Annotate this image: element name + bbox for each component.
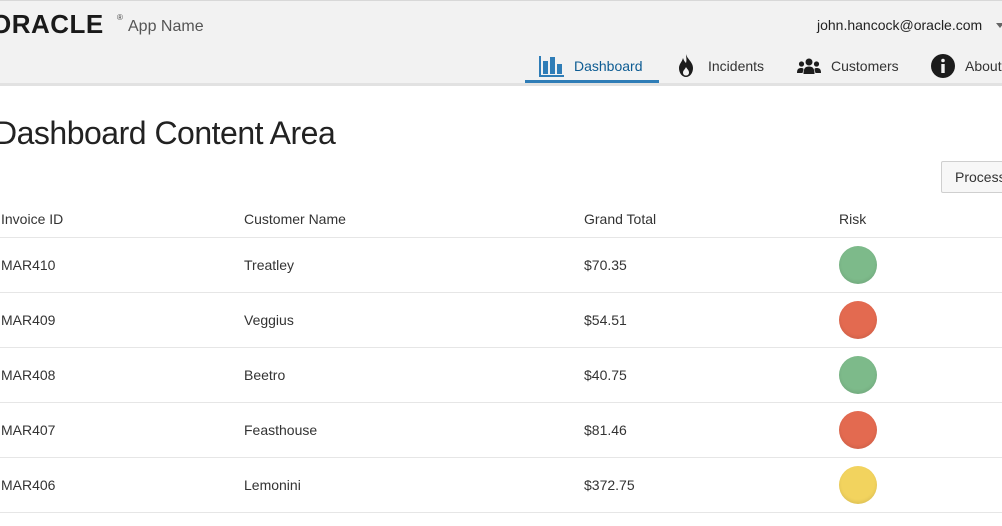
oracle-logo[interactable]: ORACLE (0, 9, 104, 39)
customer-name-cell: Treatley (244, 257, 295, 273)
logo-registered-mark: ® (117, 13, 123, 22)
bar-chart-icon (539, 55, 564, 77)
nav-tab-dashboard[interactable]: Dashboard (539, 48, 643, 83)
risk-indicator (839, 301, 877, 339)
invoice-id-cell: MAR407 (1, 422, 56, 438)
customer-name-cell: Lemonini (244, 477, 301, 493)
nav-tab-about[interactable]: About (931, 48, 1002, 83)
risk-cell (839, 458, 877, 512)
invoice-id-cell: MAR410 (1, 257, 56, 273)
column-header-invoice-id[interactable]: Invoice ID (1, 200, 63, 237)
page-title: Dashboard Content Area (0, 115, 336, 151)
nav-tab-label: Incidents (708, 57, 765, 74)
app-header: ORACLE ® App Name john.hancock@oracle.co… (0, 0, 1002, 86)
header-border (0, 0, 1002, 1)
risk-indicator (839, 356, 877, 394)
grand-total-cell: $81.46 (584, 422, 627, 438)
logo-text: ORACLE (0, 9, 104, 39)
invoice-table: Invoice ID Customer Name Grand Total Ris… (0, 200, 1002, 513)
table-row[interactable]: MAR410 Treatley $70.35 (0, 238, 1002, 293)
nav-tab-label: Dashboard (574, 57, 643, 74)
column-header-risk[interactable]: Risk (839, 200, 866, 237)
grand-total-cell: $54.51 (584, 312, 627, 328)
customer-name-cell: Veggius (244, 312, 294, 328)
customer-name-cell: Feasthouse (244, 422, 318, 438)
nav-tab-incidents[interactable]: Incidents (677, 48, 764, 83)
column-header-grand-total[interactable]: Grand Total (584, 200, 656, 237)
invoice-id-cell: MAR406 (1, 477, 56, 493)
nav-tab-customers[interactable]: Customers (797, 48, 899, 83)
user-menu[interactable]: john.hancock@oracle.com (817, 15, 982, 35)
nav-tab-label: About (965, 57, 1002, 74)
flame-icon (677, 54, 695, 77)
customer-name-cell: Beetro (244, 367, 286, 383)
app-name: App Name (128, 18, 204, 35)
risk-cell (839, 293, 877, 347)
risk-indicator (839, 466, 877, 504)
risk-cell (839, 348, 877, 402)
risk-indicator (839, 411, 877, 449)
active-tab-indicator (525, 80, 659, 83)
invoice-id-cell: MAR408 (1, 367, 56, 383)
invoice-id-cell: MAR409 (1, 312, 56, 328)
info-icon (931, 53, 955, 78)
risk-indicator (839, 246, 877, 284)
caret-down-icon[interactable] (996, 23, 1002, 28)
grand-total-cell: $70.35 (584, 257, 627, 273)
user-email: john.hancock@oracle.com (817, 17, 983, 33)
table-header-row: Invoice ID Customer Name Grand Total Ris… (0, 200, 1002, 238)
grand-total-cell: $40.75 (584, 367, 627, 383)
column-header-customer-name[interactable]: Customer Name (244, 200, 346, 237)
risk-cell (839, 403, 877, 457)
people-icon (797, 57, 821, 75)
process-button[interactable]: Process (941, 161, 1002, 193)
table-row[interactable]: MAR407 Feasthouse $81.46 (0, 403, 1002, 458)
table-row[interactable]: MAR406 Lemonini $372.75 (0, 458, 1002, 513)
nav-tab-label: Customers (831, 57, 899, 74)
risk-cell (839, 238, 877, 292)
grand-total-cell: $372.75 (584, 477, 635, 493)
table-row[interactable]: MAR408 Beetro $40.75 (0, 348, 1002, 403)
table-row[interactable]: MAR409 Veggius $54.51 (0, 293, 1002, 348)
